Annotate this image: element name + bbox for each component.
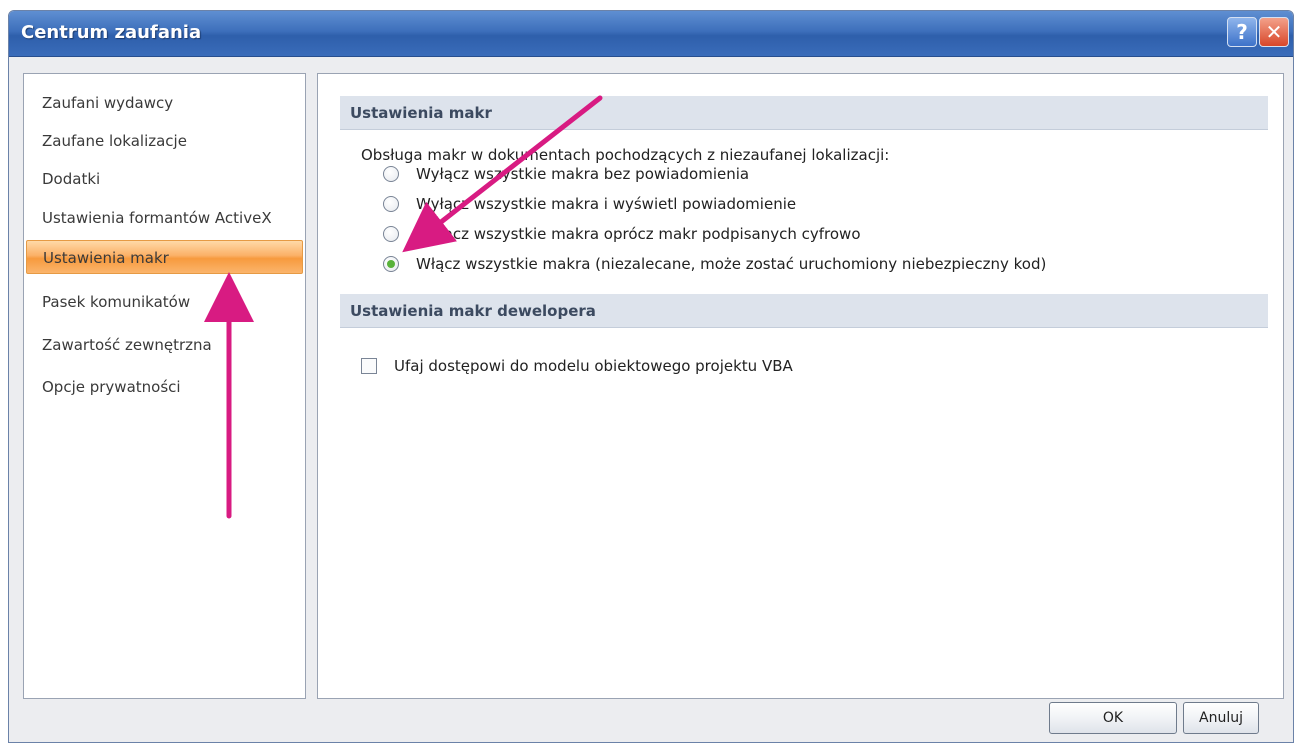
radio-button[interactable] xyxy=(383,226,399,242)
radio-enable-all-macros[interactable]: Włącz wszystkie makra (niezalecane, może… xyxy=(383,252,1046,276)
radio-label: Wyłącz wszystkie makra i wyświetl powiad… xyxy=(416,195,797,213)
sidebar-item-add-ins[interactable]: Dodatki xyxy=(26,162,303,196)
radio-disable-except-signed[interactable]: Wyłącz wszystkie makra oprócz makr podpi… xyxy=(383,222,861,246)
close-icon: ✕ xyxy=(1265,20,1283,44)
help-icon: ? xyxy=(1236,20,1248,44)
sidebar: Zaufani wydawcy Zaufane lokalizacje Doda… xyxy=(23,73,306,699)
vba-trust-checkbox-row[interactable]: Ufaj dostępowi do modelu obiektowego pro… xyxy=(361,354,793,378)
dialog-title: Centrum zaufania xyxy=(21,22,202,43)
radio-label: Włącz wszystkie makra (niezalecane, może… xyxy=(416,255,1047,273)
settings-panel: Ustawienia makr Obsługa makr w dokumenta… xyxy=(317,73,1284,699)
title-bar[interactable]: Centrum zaufania ? ✕ xyxy=(9,11,1293,57)
developer-settings-header: Ustawienia makr dewelopera xyxy=(340,294,1268,328)
radio-disable-with-notification[interactable]: Wyłącz wszystkie makra i wyświetl powiad… xyxy=(383,192,796,216)
radio-button[interactable] xyxy=(383,166,399,182)
radio-label: Wyłącz wszystkie makra bez powiadomienia xyxy=(416,165,750,183)
help-button[interactable]: ? xyxy=(1227,17,1257,47)
ok-button[interactable]: OK xyxy=(1049,702,1177,734)
sidebar-item-message-bar[interactable]: Pasek komunikatów xyxy=(26,285,303,319)
sidebar-item-macro-settings[interactable]: Ustawienia makr xyxy=(26,240,303,274)
close-button[interactable]: ✕ xyxy=(1259,17,1289,47)
cancel-button[interactable]: Anuluj xyxy=(1183,702,1259,734)
sidebar-item-privacy-options[interactable]: Opcje prywatności xyxy=(26,370,303,404)
sidebar-item-activex-settings[interactable]: Ustawienia formantów ActiveX xyxy=(26,201,303,235)
sidebar-item-external-content[interactable]: Zawartość zewnętrzna xyxy=(26,328,303,362)
radio-button[interactable] xyxy=(383,196,399,212)
macro-settings-header: Ustawienia makr xyxy=(340,96,1268,130)
sidebar-item-trusted-locations[interactable]: Zaufane lokalizacje xyxy=(26,124,303,158)
vba-trust-checkbox[interactable] xyxy=(361,358,377,374)
vba-trust-label: Ufaj dostępowi do modelu obiektowego pro… xyxy=(394,357,793,375)
trust-center-dialog: Centrum zaufania ? ✕ Zaufani wydawcy Zau… xyxy=(8,10,1294,743)
radio-disable-without-notification[interactable]: Wyłącz wszystkie makra bez powiadomienia xyxy=(383,162,749,186)
radio-label: Wyłącz wszystkie makra oprócz makr podpi… xyxy=(416,225,861,243)
radio-button-checked[interactable] xyxy=(383,256,399,272)
sidebar-item-trusted-publishers[interactable]: Zaufani wydawcy xyxy=(26,86,303,120)
